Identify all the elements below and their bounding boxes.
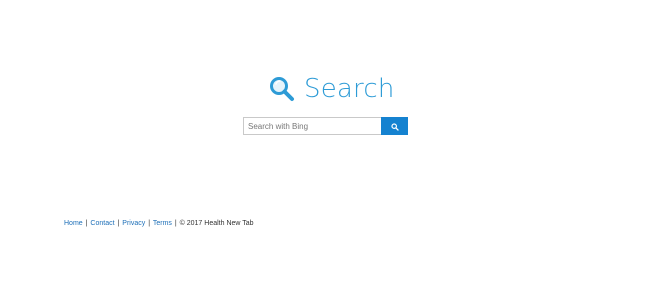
search-logo: Search: [268, 72, 394, 106]
search-form: [243, 117, 408, 135]
magnifier-icon: [268, 75, 296, 103]
footer-separator: |: [148, 220, 151, 227]
footer-separator: |: [174, 220, 177, 227]
footer-separator: |: [85, 220, 88, 227]
search-icon: [390, 119, 399, 134]
footer-link-home[interactable]: Home: [64, 220, 83, 227]
copyright-text: © 2017 Health New Tab: [179, 220, 254, 227]
search-input[interactable]: [243, 117, 381, 135]
footer-link-contact[interactable]: Contact: [90, 220, 114, 227]
new-tab-page: Search Home | Contact | Privacy | Terms …: [0, 0, 650, 300]
search-button[interactable]: [381, 117, 408, 135]
logo-text: Search: [304, 74, 395, 104]
footer-separator: |: [117, 220, 120, 227]
footer-link-privacy[interactable]: Privacy: [122, 220, 145, 227]
footer-link-terms[interactable]: Terms: [153, 220, 172, 227]
footer: Home | Contact | Privacy | Terms | © 201…: [64, 219, 254, 228]
